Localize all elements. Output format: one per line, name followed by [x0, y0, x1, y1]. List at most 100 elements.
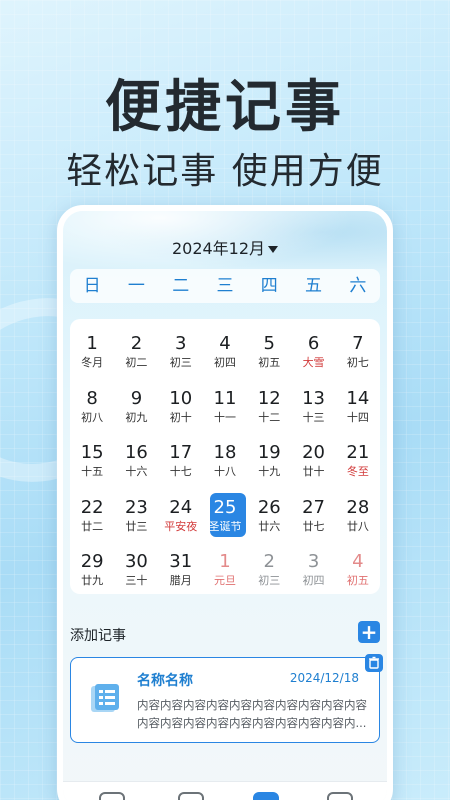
add-note-button[interactable]: +	[358, 621, 380, 643]
day-number: 16	[124, 442, 148, 463]
day-number: 13	[302, 387, 326, 409]
calendar-day[interactable]: 17 十七	[159, 434, 203, 489]
day-lunar-label: 十八	[213, 465, 236, 478]
calendar-day[interactable]: 6 大雪	[291, 325, 335, 380]
month-selector[interactable]: 2024年12月	[63, 235, 387, 259]
calendar-day[interactable]: 19 十九	[247, 434, 291, 489]
day-lunar-label: 廿十	[302, 465, 325, 478]
calendar-day[interactable]: 16 十六	[114, 434, 158, 489]
calendar-day[interactable]: 11 十一	[203, 380, 247, 435]
calendar-day[interactable]: 14 十四	[336, 380, 380, 435]
calendar-day[interactable]: 13 十三	[291, 380, 335, 435]
day-number: 26	[257, 496, 281, 518]
day-lunar-label: 初四	[213, 356, 236, 369]
day-number: 25	[213, 496, 237, 518]
day-number: 6	[307, 333, 320, 354]
calendar-day[interactable]: 9 初九	[114, 380, 158, 435]
calendar-day[interactable]: 2 初三	[247, 543, 291, 598]
app-screen: 2024年12月 日 一 二 三 四 五 六 1 冬月 2 初二 3 初三 4 初四 5 初五 6 大…	[63, 211, 387, 800]
day-number: 9	[130, 387, 143, 409]
calendar-day[interactable]: 5 初五	[247, 325, 291, 380]
day-number: 18	[213, 442, 237, 463]
day-number: 2	[130, 333, 143, 354]
day-lunar-label: 初八	[81, 410, 104, 424]
calendar-day[interactable]: 1 冬月	[70, 325, 114, 380]
day-lunar-label: 十一	[213, 410, 236, 424]
calendar-day[interactable]: 22 廿二	[70, 489, 114, 544]
note-title: 名称名称	[137, 673, 193, 689]
calendar-day[interactable]: 21 冬至	[336, 434, 380, 489]
calendar-day[interactable]: 4 初五	[336, 543, 380, 598]
calendar-day[interactable]: 27 廿七	[291, 489, 335, 544]
weekday-label: 一	[127, 276, 145, 296]
weekday-label: 二	[172, 276, 190, 296]
day-number: 3	[174, 333, 187, 354]
day-lunar-label: 元旦	[213, 574, 236, 587]
day-lunar-label: 大雪	[302, 356, 325, 369]
day-number: 28	[346, 496, 370, 518]
day-lunar-label: 初三	[169, 356, 192, 369]
calendar-day[interactable]: 24 平安夜	[159, 489, 203, 544]
calendar-day[interactable]: 29 廿九	[70, 543, 114, 598]
calendar-day[interactable]: 20 廿十	[291, 434, 335, 489]
day-number: 24	[169, 496, 193, 518]
calendar-day[interactable]: 4 初四	[203, 325, 247, 380]
day-number: 21	[346, 442, 370, 463]
add-note-label: 添加记事	[70, 628, 126, 644]
note-card[interactable]: 名称名称 2024/12/18 内容内容内容内容内容内容内容内容内容内容内容内容…	[70, 654, 383, 743]
promo-subline: 轻松记事 使用方便	[66, 151, 384, 192]
day-lunar-label: 廿七	[302, 519, 325, 533]
calendar-day[interactable]: 31 腊月	[159, 543, 203, 598]
day-number: 3	[307, 551, 320, 572]
day-lunar-label: 初二	[125, 356, 148, 369]
calendar-day[interactable]: 28 廿八	[336, 489, 380, 544]
day-number: 12	[257, 387, 281, 409]
day-number: 20	[302, 442, 326, 463]
weekday-label: 三	[216, 276, 234, 296]
day-lunar-label: 十三	[302, 410, 325, 424]
delete-note-button[interactable]	[365, 654, 383, 672]
calendar-day[interactable]: 26 廿六	[247, 489, 291, 544]
day-number: 4	[219, 333, 231, 354]
calendar-day[interactable]: 23 廿三	[114, 489, 158, 544]
day-lunar-label: 廿二	[81, 519, 104, 533]
tab-home[interactable]	[99, 792, 125, 800]
calendar-day[interactable]: 1 元旦	[203, 543, 247, 598]
tab-profile[interactable]	[327, 792, 353, 800]
day-number: 7	[352, 333, 364, 354]
calendar-day[interactable]: 7 初七	[336, 325, 380, 380]
weekday-label: 六	[349, 276, 367, 296]
day-lunar-label: 冬月	[81, 356, 104, 369]
calendar-day[interactable]: 18 十八	[203, 434, 247, 489]
calendar-day[interactable]: 10 初十	[159, 380, 203, 435]
day-lunar-label: 冬至	[346, 465, 369, 478]
day-number: 19	[257, 442, 281, 463]
trash-icon	[369, 656, 379, 669]
calendar-day[interactable]: 15 十五	[70, 434, 114, 489]
day-lunar-label: 十六	[125, 465, 148, 478]
day-lunar-label: 初十	[169, 410, 192, 424]
day-number: 1	[86, 333, 98, 354]
calendar-day[interactable]: 30 三十	[114, 543, 158, 598]
note-body: 内容内容内容内容内容内容内容内容内容内容内容内容内容内容内容内容内容内容内容内.…	[137, 698, 367, 730]
weekday-label: 四	[260, 276, 278, 296]
calendar-day[interactable]: 8 初八	[70, 380, 114, 435]
tab-calendar[interactable]	[178, 792, 204, 800]
day-number: 2	[263, 551, 275, 572]
calendar-day[interactable]: 3 初三	[159, 325, 203, 380]
tab-notes[interactable]	[253, 792, 279, 800]
day-number: 31	[169, 551, 193, 572]
plus-icon: +	[360, 620, 378, 644]
day-lunar-label: 廿九	[81, 574, 104, 587]
day-number: 23	[124, 496, 148, 518]
day-lunar-label: 十四	[346, 410, 369, 424]
calendar-day[interactable]: 12 十二	[247, 380, 291, 435]
calendar-day[interactable]: 2 初二	[114, 325, 158, 380]
day-number: 30	[124, 551, 148, 572]
calendar-day-selected[interactable]: 25 圣诞节	[203, 489, 247, 544]
day-number: 1	[219, 551, 231, 572]
calendar-day[interactable]: 3 初四	[291, 543, 335, 598]
note-date: 2024/12/18	[289, 671, 359, 685]
day-lunar-label: 初七	[346, 356, 369, 369]
phone-frame: 2024年12月 日 一 二 三 四 五 六 1 冬月 2 初二 3 初三 4 初四 5 初五 6 大…	[57, 205, 393, 800]
